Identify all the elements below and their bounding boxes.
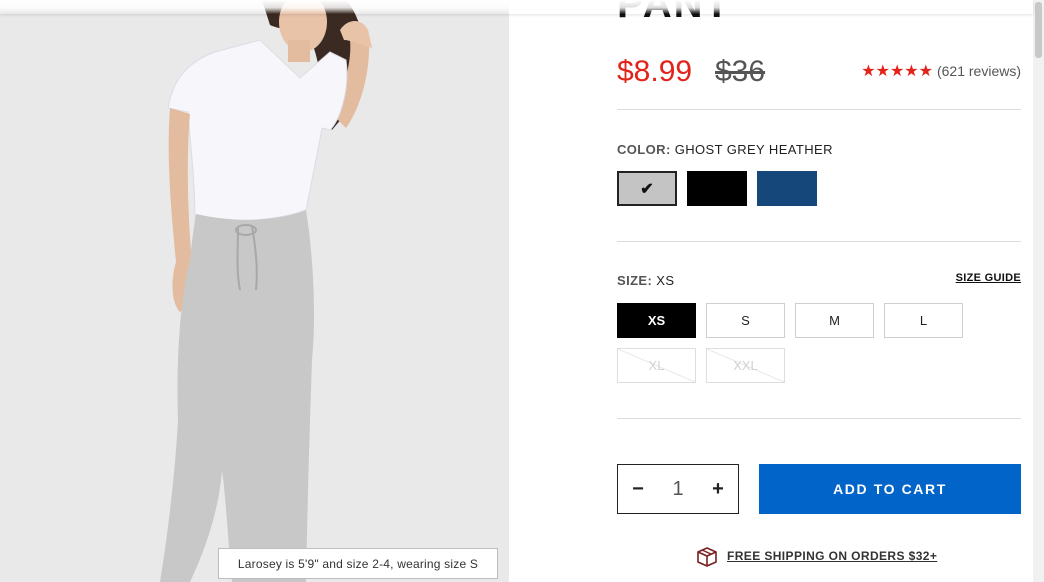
color-label: COLOR: GHOST GREY HEATHER [617,142,833,157]
color-swatch-black[interactable] [687,171,747,206]
size-option-xs[interactable]: XS [617,303,696,338]
divider [617,241,1021,242]
sale-price: $8.99 [617,55,693,88]
add-to-cart-button[interactable]: ADD TO CART [759,464,1021,514]
color-swatch-navy[interactable] [757,171,817,206]
color-selected-value: GHOST GREY HEATHER [674,142,833,157]
quantity-value[interactable]: 1 [658,465,698,513]
color-label-key: COLOR: [617,142,671,157]
quantity-stepper: − 1 + [617,464,739,514]
size-option-xl: XL [617,348,696,383]
color-swatch-ghost-grey-heather[interactable]: ✔ [617,171,677,206]
scrollbar-thumb[interactable] [1035,2,1042,58]
model-size-caption: Larosey is 5'9" and size 2-4, wearing si… [218,548,498,579]
size-label: SIZE: XS [617,273,674,288]
original-price: $36 [715,55,766,88]
free-shipping-row: FREE SHIPPING ON ORDERS $32+ [695,546,937,567]
product-photo [160,0,372,582]
quantity-decrease-button[interactable]: − [627,477,649,501]
top-fade-overlay [0,0,1033,14]
free-shipping-link[interactable]: FREE SHIPPING ON ORDERS $32+ [727,549,937,563]
star-rating-icon: ★★★★★ [861,63,933,80]
size-option-l[interactable]: L [884,303,963,338]
size-guide-link[interactable]: SIZE GUIDE [956,272,1021,284]
size-option-xxl: XXL [706,348,785,383]
page-scrollbar[interactable] [1033,0,1044,582]
divider [617,418,1021,419]
divider [617,109,1021,110]
size-option-m[interactable]: M [795,303,874,338]
checkmark-icon: ✔ [640,180,654,198]
product-rating[interactable]: ★★★★★ (621 reviews) [861,61,1021,81]
price-row: $8.99 $36 ★★★★★ (621 reviews) [617,55,1021,91]
quantity-increase-button[interactable]: + [707,477,729,501]
product-image-panel: Larosey is 5'9" and size 2-4, wearing si… [0,0,509,582]
review-count-link[interactable]: (621 reviews) [937,63,1021,79]
box-icon [697,547,717,567]
size-option-s[interactable]: S [706,303,785,338]
size-label-key: SIZE: [617,273,653,288]
size-selected-value: XS [656,273,675,288]
